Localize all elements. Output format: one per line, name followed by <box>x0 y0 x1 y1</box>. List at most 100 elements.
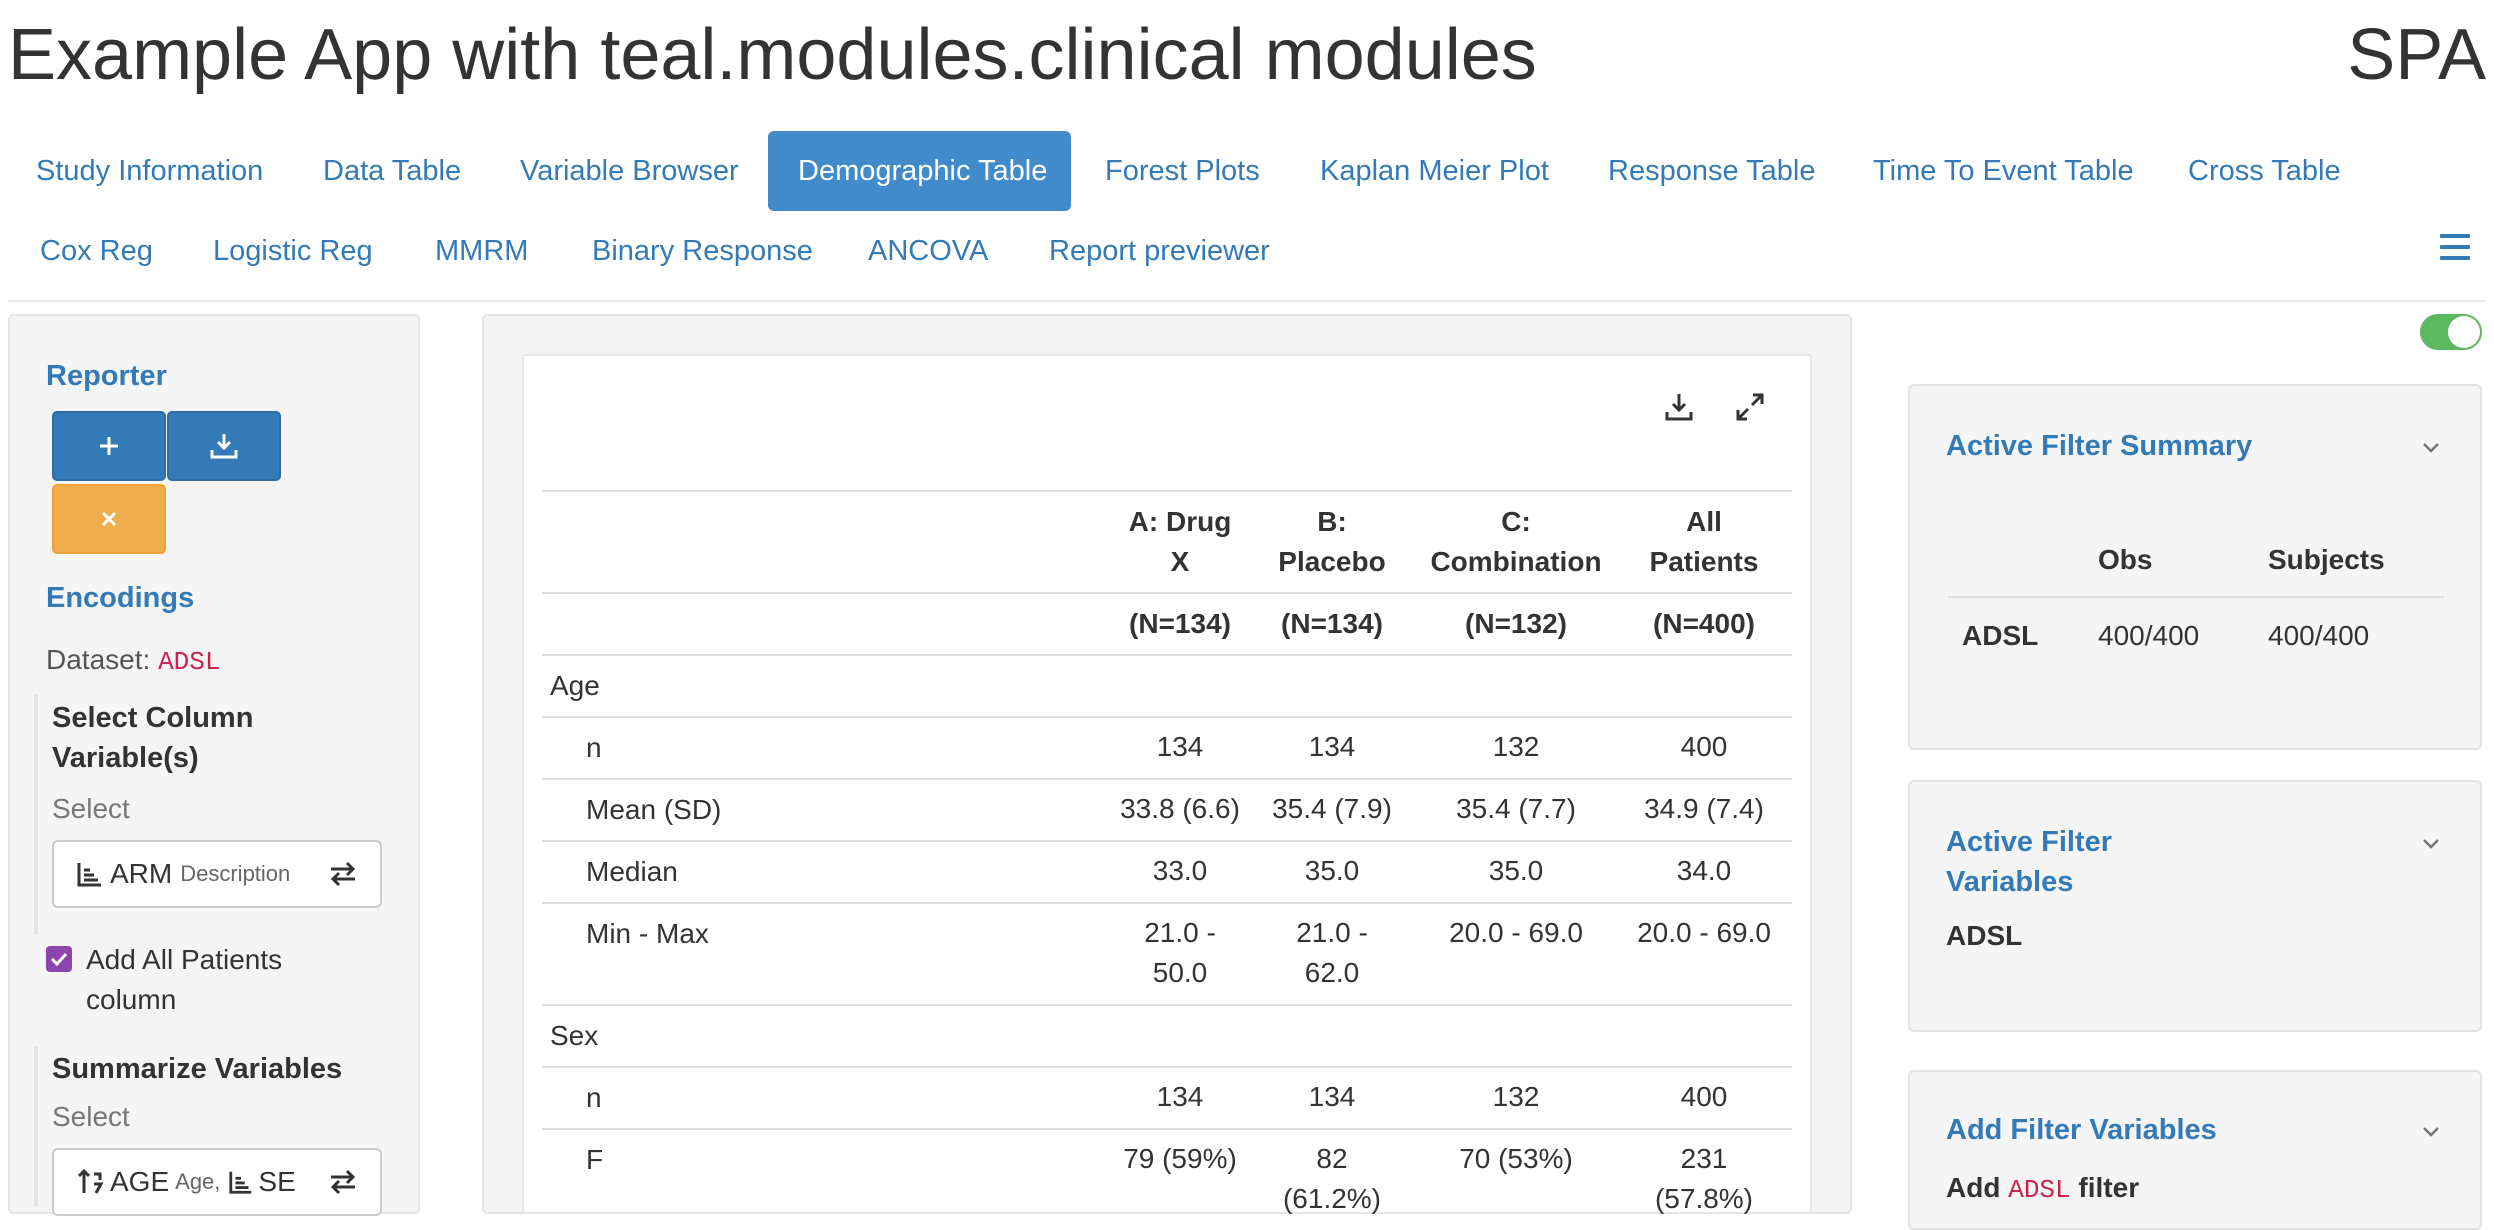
tab-demographic-table[interactable]: Demographic Table <box>768 131 1071 211</box>
active-filter-variables-title[interactable]: Active Filter Variables <box>1946 822 2112 902</box>
active-filter-dataset: ADSL <box>1946 920 2023 951</box>
table-cell: 35.4 (7.7) <box>1456 793 1576 824</box>
table-rule <box>542 1128 1792 1130</box>
column-header: A: Drug <box>1128 506 1232 537</box>
tab-time-to-event-table[interactable]: Time To Event Table <box>1843 131 2164 211</box>
table-cell: 33.0 <box>1152 855 1208 886</box>
column-n: (N=400) <box>1653 608 1755 639</box>
table-rule <box>542 902 1792 904</box>
table-rule <box>542 654 1792 656</box>
table-cell: 132 <box>1492 1081 1540 1112</box>
group-label: Sex <box>550 1020 599 1051</box>
add-all-patients-checkbox[interactable] <box>46 946 72 972</box>
column-vars-value: ARM <box>110 858 173 889</box>
column-header-line2: Placebo <box>1278 546 1386 577</box>
add-card-button[interactable] <box>52 411 166 481</box>
download-icon[interactable] <box>1664 392 1694 422</box>
tab-cox-reg[interactable]: Cox Reg <box>10 211 183 291</box>
column-n: (N=134) <box>1281 608 1383 639</box>
table-cell: 134 <box>1308 1081 1356 1112</box>
table-cell: 132 <box>1492 731 1540 762</box>
tab-binary-response[interactable]: Binary Response <box>562 211 843 291</box>
active-filter-summary-card: Active Filter Summary Obs Subjects ADSL … <box>1908 384 2482 750</box>
reporter-label: Reporter <box>46 360 167 392</box>
chevron-down-icon[interactable] <box>2422 438 2440 456</box>
table-cell: 35.0 <box>1304 855 1360 886</box>
row-label: n <box>586 1082 602 1113</box>
tab-response-table[interactable]: Response Table <box>1578 131 1845 211</box>
swap-icon[interactable] <box>328 860 358 888</box>
add-all-patients-label: Add All Patients column <box>86 944 283 1015</box>
nav-divider <box>8 300 2486 302</box>
tab-cross-table[interactable]: Cross Table <box>2158 131 2371 211</box>
filter-panel-toggle[interactable] <box>2420 314 2482 350</box>
add-filter-variables-title[interactable]: Add Filter Variables <box>1946 1110 2217 1150</box>
table-rule <box>542 778 1792 780</box>
app-title: Example App with teal.modules.clinical m… <box>8 15 1537 95</box>
column-header: C: <box>1501 506 1531 537</box>
expand-icon[interactable] <box>1735 392 1765 422</box>
column-n: (N=134) <box>1129 608 1231 639</box>
app-corner-label: SPA <box>2347 15 2486 95</box>
column-header: All <box>1686 506 1722 537</box>
table-cell: 20.0 - 69.0 <box>1637 917 1771 948</box>
dataset-code: ADSL <box>158 647 221 677</box>
column-header-line2: X <box>1170 546 1190 577</box>
table-cell: 400 <box>1680 731 1728 762</box>
active-filter-variables-card: Active Filter Variables ADSL <box>1908 780 2482 1032</box>
toggle-knob <box>2448 316 2480 348</box>
tab-report-previewer[interactable]: Report previewer <box>1019 211 1300 291</box>
summary-row-obs: 400/400 <box>2098 620 2200 651</box>
table-cell: 33.8 (6.6) <box>1120 793 1240 824</box>
column-vars-hint: Select <box>52 793 130 824</box>
group-bar-2 <box>34 1046 38 1206</box>
table-cell: 35.4 (7.9) <box>1272 793 1392 824</box>
column-vars-desc: Description <box>180 861 291 886</box>
tab-data-table[interactable]: Data Table <box>293 131 491 211</box>
tab-variable-browser[interactable]: Variable Browser <box>490 131 769 211</box>
table-rule <box>542 592 1792 594</box>
tab-logistic-reg[interactable]: Logistic Reg <box>183 211 403 291</box>
column-header: B: <box>1317 506 1347 537</box>
column-n: (N=132) <box>1465 608 1567 639</box>
hamburger-icon[interactable] <box>2440 234 2470 264</box>
download-report-button[interactable] <box>167 411 281 481</box>
reset-report-button[interactable] <box>52 484 166 554</box>
active-filter-summary-title[interactable]: Active Filter Summary <box>1946 426 2252 466</box>
column-header-line2: Patients <box>1649 546 1759 577</box>
summarize-vars-select[interactable]: AGE Age, SE <box>52 1148 382 1216</box>
table-cell: 70 (53%) <box>1459 1143 1573 1174</box>
table-cell: 134 <box>1156 731 1204 762</box>
table-cell: 50.0 <box>1152 957 1208 988</box>
table-cell: 62.0 <box>1304 957 1360 988</box>
column-header-line2: Combination <box>1430 546 1602 577</box>
add-filter-variables-card: Add Filter Variables Add ADSL filter <box>1908 1070 2482 1230</box>
table-cell: 134 <box>1156 1081 1204 1112</box>
add-filter-line: Add ADSL filter <box>1946 1172 2140 1205</box>
close-icon <box>101 511 117 527</box>
column-vars-label: Select Column Variable(s) <box>52 702 254 774</box>
row-label: Mean (SD) <box>586 794 722 825</box>
chevron-down-icon[interactable] <box>2422 1122 2440 1140</box>
table-top-rule <box>542 490 1792 492</box>
table-cell: (61.2%) <box>1282 1183 1382 1214</box>
add-filter-dataset-code: ADSL <box>2008 1175 2071 1205</box>
table-rule <box>542 1004 1792 1006</box>
swap-icon[interactable] <box>328 1168 358 1196</box>
tab-kaplan-meier-plot[interactable]: Kaplan Meier Plot <box>1290 131 1579 211</box>
tab-ancova[interactable]: ANCOVA <box>838 211 1018 291</box>
table-cell: 34.9 (7.4) <box>1644 793 1764 824</box>
summarize-value-1-desc: Age, <box>175 1169 221 1194</box>
check-icon <box>50 952 68 967</box>
column-vars-select[interactable]: ARM Description <box>52 840 382 908</box>
summary-row-name: ADSL <box>1962 620 2039 651</box>
chevron-down-icon[interactable] <box>2422 834 2440 852</box>
tab-mmrm[interactable]: MMRM <box>405 211 558 291</box>
tab-forest-plots[interactable]: Forest Plots <box>1075 131 1290 211</box>
tab-study-information[interactable]: Study Information <box>6 131 293 211</box>
summarize-value-1: AGE <box>110 1166 170 1197</box>
table-rule <box>542 840 1792 842</box>
row-label: Min - Max <box>586 918 709 949</box>
numeric-sort-icon <box>77 1168 104 1194</box>
table-cell: 134 <box>1308 731 1356 762</box>
